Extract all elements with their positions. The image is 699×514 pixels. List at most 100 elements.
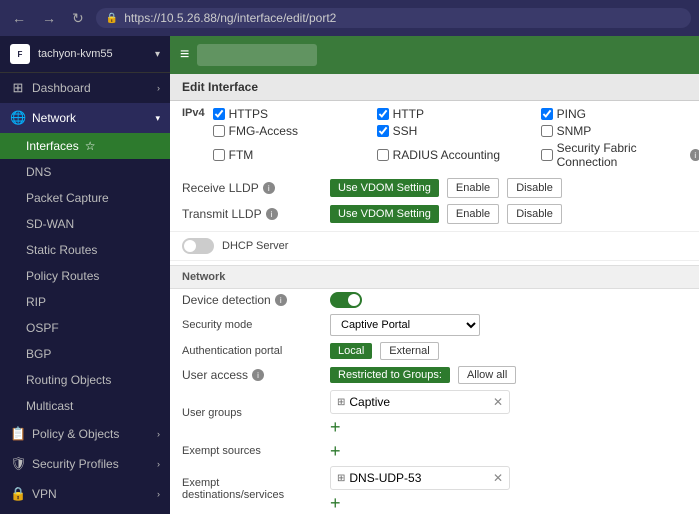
transmit-lldp-disable-button[interactable]: Disable [507,204,562,224]
transmit-lldp-enable-button[interactable]: Enable [447,204,499,224]
dhcp-toggle-thumb [184,240,196,252]
sidebar-label-security-profiles: Security Profiles [32,457,119,471]
sidebar-item-security-profiles[interactable]: 🛡 Security Profiles › [0,449,170,479]
top-bar: ← → ↻ 🔒 https://10.5.26.88/ng/interface/… [0,0,699,36]
policy-objects-icon: 📋 [10,426,26,442]
sidebar-item-vpn[interactable]: 🔒 VPN › [0,479,170,509]
receive-lldp-enable-button[interactable]: Enable [447,178,499,198]
page-title: Edit Interface [170,74,699,101]
checkbox-ftm[interactable]: FTM [213,141,373,169]
checkbox-http[interactable]: HTTP [377,107,537,121]
snmp-checkbox[interactable] [541,125,553,137]
https-checkbox[interactable] [213,108,225,120]
transmit-lldp-vdom-button[interactable]: Use VDOM Setting [330,205,439,223]
dashboard-chevron-icon: › [157,83,160,93]
sidebar-item-dns[interactable]: DNS [0,159,170,185]
checkbox-radius-accounting[interactable]: RADIUS Accounting [377,141,537,169]
main-layout: F tachyon-kvm55 ▾ ⊞ Dashboard › 🌐 Networ… [0,36,699,514]
network-section-header: Network [170,265,699,289]
forward-button[interactable]: → [38,8,60,28]
sidebar-item-interfaces[interactable]: Interfaces ☆ [0,133,170,159]
fmg-access-label: FMG-Access [229,124,298,138]
ping-label: PING [557,107,586,121]
checkbox-fmg-access[interactable]: FMG-Access [213,124,373,138]
remove-dns-udp-button[interactable]: ✕ [493,471,503,485]
sidebar-label-network: Network [32,111,76,125]
checkbox-security-fabric[interactable]: Security Fabric Connection i [541,141,699,169]
back-button[interactable]: ← [8,8,30,28]
ftm-checkbox[interactable] [213,149,225,161]
transmit-lldp-info-icon[interactable]: i [266,208,278,220]
sidebar-item-packet-capture[interactable]: Packet Capture [0,185,170,211]
checkbox-snmp[interactable]: SNMP [541,124,699,138]
sidebar-item-sd-wan[interactable]: SD-WAN [0,211,170,237]
device-detection-track [330,292,362,308]
sidebar-item-rip[interactable]: RIP [0,289,170,315]
device-detection-thumb [348,294,360,306]
ping-checkbox[interactable] [541,108,553,120]
snmp-label: SNMP [557,124,592,138]
refresh-button[interactable]: ↻ [68,8,88,29]
add-user-group-button[interactable]: + [330,418,510,436]
sidebar-item-network[interactable]: 🌐 Network ▾ [0,103,170,133]
ssh-label: SSH [393,124,418,138]
star-icon: ☆ [85,139,96,153]
sidebar-item-policy-objects[interactable]: 📋 Policy & Objects › [0,419,170,449]
sidebar-header[interactable]: F tachyon-kvm55 ▾ [0,36,170,73]
auth-portal-external-button[interactable]: External [380,342,438,360]
https-label: HTTPS [229,107,268,121]
sidebar-item-user-auth[interactable]: 👤 User & Authentication › [0,509,170,514]
sidebar-label-interfaces: Interfaces [26,139,79,153]
radius-accounting-checkbox[interactable] [377,149,389,161]
exempt-sources-label: Exempt sources [182,445,322,457]
address-bar[interactable]: 🔒 https://10.5.26.88/ng/interface/edit/p… [96,8,691,28]
restricted-to-groups-button[interactable]: Restricted to Groups: [330,367,450,383]
exempt-destinations-label: Exempt destinations/services [182,477,322,501]
checkbox-ping[interactable]: PING [541,107,699,121]
content-toolbar: ≡ [170,36,699,74]
sidebar-label-bgp: BGP [26,347,51,361]
receive-lldp-info-icon[interactable]: i [263,182,275,194]
security-fabric-checkbox[interactable] [541,149,553,161]
sidebar-label-dns: DNS [26,165,51,179]
sidebar-item-dashboard[interactable]: ⊞ Dashboard › [0,73,170,103]
sidebar-item-multicast[interactable]: Multicast [0,393,170,419]
fmg-access-checkbox[interactable] [213,125,225,137]
security-mode-select[interactable]: Captive Portal [330,314,480,336]
hamburger-button[interactable]: ≡ [180,46,189,64]
receive-lldp-disable-button[interactable]: Disable [507,178,562,198]
sidebar-item-ospf[interactable]: OSPF [0,315,170,341]
transmit-lldp-label: Transmit LLDP i [182,207,322,221]
ssh-checkbox[interactable] [377,125,389,137]
dashboard-icon: ⊞ [10,80,26,96]
http-label: HTTP [393,107,424,121]
auth-portal-local-button[interactable]: Local [330,343,372,359]
search-input[interactable] [197,44,317,66]
security-fabric-info-icon[interactable]: i [690,149,699,161]
allow-all-button[interactable]: Allow all [458,366,516,384]
dhcp-server-toggle[interactable] [182,238,214,254]
policy-objects-chevron-icon: › [157,429,160,439]
sidebar-item-routing-objects[interactable]: Routing Objects [0,367,170,393]
network-icon: 🌐 [10,110,26,126]
sidebar-label-sd-wan: SD-WAN [26,217,74,231]
receive-lldp-row: Receive LLDP i Use VDOM Setting Enable D… [170,175,699,201]
sidebar-item-policy-routes[interactable]: Policy Routes [0,263,170,289]
sidebar-label-ospf: OSPF [26,321,59,335]
user-group-tag-box: ⊞ Captive ✕ [330,390,510,414]
captive-tag-label: Captive [349,395,390,409]
sidebar-item-static-routes[interactable]: Static Routes [0,237,170,263]
checkbox-https[interactable]: HTTPS [213,107,373,121]
add-exempt-source-button[interactable]: + [330,442,341,460]
receive-lldp-vdom-button[interactable]: Use VDOM Setting [330,179,439,197]
user-groups-row: User groups ⊞ Captive ✕ + [170,387,699,439]
sidebar-item-bgp[interactable]: BGP [0,341,170,367]
add-exempt-dest-button[interactable]: + [330,494,510,512]
remove-captive-button[interactable]: ✕ [493,395,503,409]
http-checkbox[interactable] [377,108,389,120]
device-detection-info-icon[interactable]: i [275,294,287,306]
device-detection-toggle[interactable] [330,292,362,308]
url-text: https://10.5.26.88/ng/interface/edit/por… [124,11,336,25]
user-access-info-icon[interactable]: i [252,369,264,381]
checkbox-ssh[interactable]: SSH [377,124,537,138]
